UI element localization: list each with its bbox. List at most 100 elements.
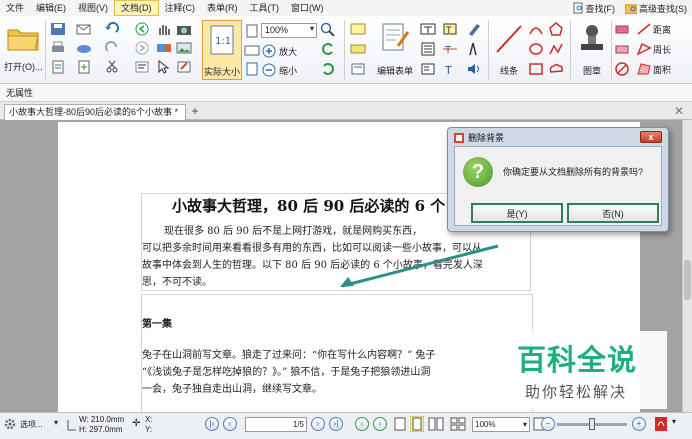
status-zoom-in-button[interactable]: +: [632, 417, 646, 431]
zoom-in-icon: [262, 44, 276, 58]
no-button[interactable]: 否(N): [567, 203, 659, 223]
hand-tool-icon[interactable]: [156, 22, 172, 36]
strikeout-icon[interactable]: T: [442, 42, 458, 56]
new-document-icon[interactable]: [50, 60, 66, 74]
edit-form-label: 编辑表单: [377, 66, 414, 76]
attachment-icon[interactable]: [350, 62, 366, 76]
watermark-title: 百科全说: [517, 343, 638, 377]
facing-pages-icon[interactable]: [428, 417, 444, 431]
dialog-body: ? 你确定要从文档删除所有的背景吗? 是(Y) 否(N): [454, 146, 662, 226]
typewriter-icon[interactable]: T: [442, 22, 458, 36]
cloud-shape-icon[interactable]: [548, 62, 564, 76]
stamp-button[interactable]: 图章: [575, 20, 609, 80]
open-button[interactable]: 打开(O)...: [4, 22, 43, 80]
email-icon[interactable]: [76, 22, 92, 36]
status-zoom-dropdown[interactable]: 100% ▾: [472, 417, 530, 432]
rectangle-icon[interactable]: [528, 62, 544, 76]
zoom-dropdown[interactable]: 100% ▾: [261, 23, 317, 38]
eraser-icon[interactable]: [614, 22, 630, 36]
new-tab-button[interactable]: +: [188, 105, 202, 119]
dialog-message: 你确定要从文档删除所有的背景吗?: [503, 167, 644, 177]
scrollbar-thumb[interactable]: [684, 260, 691, 300]
sound-icon[interactable]: [466, 62, 482, 76]
continuous-page-icon[interactable]: [410, 416, 424, 432]
highlight-icon[interactable]: [350, 22, 366, 36]
more-icon[interactable]: ▾: [672, 417, 676, 426]
back-view-button[interactable]: ‹: [355, 417, 369, 431]
svg-text:T: T: [445, 26, 452, 36]
undo-icon[interactable]: [104, 22, 120, 36]
page-number-input[interactable]: 1/5: [245, 417, 307, 432]
menu-window[interactable]: 窗口(W): [285, 0, 330, 16]
search-doc-icon: [573, 2, 582, 14]
print-icon[interactable]: [50, 41, 66, 55]
perimeter-label: 周长: [653, 45, 672, 55]
snapshot-icon[interactable]: [156, 41, 172, 55]
next-page-button[interactable]: ›: [311, 417, 325, 431]
close-tab-icon[interactable]: ✕: [674, 104, 684, 118]
rotate-right-icon[interactable]: [320, 62, 336, 76]
menu-edit[interactable]: 编辑(E): [30, 0, 72, 16]
new-page-icon[interactable]: [76, 60, 92, 74]
edit-form-button[interactable]: 编辑表单: [376, 20, 416, 80]
menu-tools[interactable]: 工具(T): [244, 0, 286, 16]
status-zoom-out-button[interactable]: −: [541, 417, 555, 431]
fit-page-icon[interactable]: [244, 24, 260, 38]
pencil-icon[interactable]: [466, 42, 482, 56]
remove-icon[interactable]: [614, 62, 630, 76]
image-icon[interactable]: [176, 41, 192, 55]
menu-document[interactable]: 文档(D): [114, 0, 159, 16]
menu-form[interactable]: 表单(R): [201, 0, 244, 16]
zoom-slider-knob[interactable]: [589, 418, 595, 430]
search-button[interactable]: 查找(F): [570, 2, 619, 15]
yes-button[interactable]: 是(Y): [471, 203, 563, 223]
cloud-icon[interactable]: [76, 41, 92, 55]
last-page-button[interactable]: ›|: [329, 417, 343, 431]
list-box-icon[interactable]: [420, 42, 436, 56]
redo-icon[interactable]: [104, 41, 120, 55]
select-annotation-icon[interactable]: [156, 60, 172, 74]
document-tab[interactable]: 小故事大哲理-80后90后必读的6个小故事 *: [4, 104, 186, 120]
menu-file[interactable]: 文件: [0, 0, 30, 16]
advanced-search-button[interactable]: 高级查找(S): [622, 2, 690, 15]
zoom-slider[interactable]: [557, 418, 627, 430]
forward-icon[interactable]: [134, 41, 150, 55]
polyline-icon[interactable]: [548, 42, 564, 56]
magnifier-icon[interactable]: [320, 22, 336, 36]
fit-width-icon[interactable]: [244, 43, 260, 57]
text-tool-icon[interactable]: T: [442, 62, 458, 76]
previous-page-button[interactable]: ‹: [223, 417, 237, 431]
menu-comment[interactable]: 注释(C): [159, 0, 202, 16]
page-width: W: 210.0mm: [79, 415, 125, 424]
camera-icon[interactable]: [176, 22, 192, 36]
vertical-scrollbar[interactable]: [682, 120, 692, 412]
menu-view[interactable]: 视图(V): [72, 0, 114, 16]
pen-tool-icon[interactable]: [466, 22, 482, 36]
scissors-icon[interactable]: [104, 60, 120, 74]
actual-size-button[interactable]: 1:1 实际大小: [202, 20, 242, 80]
app-icon: [454, 132, 464, 143]
link-icon[interactable]: [350, 42, 366, 56]
crosshair-icon: ✛: [132, 418, 141, 429]
forward-view-button[interactable]: ›: [373, 417, 387, 431]
arc-icon[interactable]: [528, 22, 544, 36]
dialog-close-button[interactable]: x: [640, 131, 662, 143]
ellipse-icon[interactable]: [528, 42, 544, 56]
combo-box-icon[interactable]: [420, 62, 436, 76]
edit-form-icon: [382, 23, 410, 51]
rotate-left-icon[interactable]: [320, 42, 336, 56]
single-page-icon[interactable]: [394, 417, 406, 431]
tools-icon[interactable]: [176, 60, 192, 74]
polygon-icon[interactable]: [548, 22, 564, 36]
lines-button[interactable]: 线条: [492, 20, 526, 80]
back-icon[interactable]: [134, 22, 150, 36]
continuous-facing-icon[interactable]: [450, 417, 466, 431]
pdf-icon[interactable]: [654, 416, 668, 432]
first-page-button[interactable]: |‹: [205, 417, 219, 431]
select-text-icon[interactable]: [134, 60, 150, 74]
fit-visible-icon[interactable]: [244, 62, 260, 76]
text-field-icon[interactable]: [420, 22, 436, 36]
save-icon[interactable]: [50, 22, 66, 36]
eraser-alt-icon[interactable]: [614, 42, 630, 56]
gear-icon: [4, 418, 16, 430]
